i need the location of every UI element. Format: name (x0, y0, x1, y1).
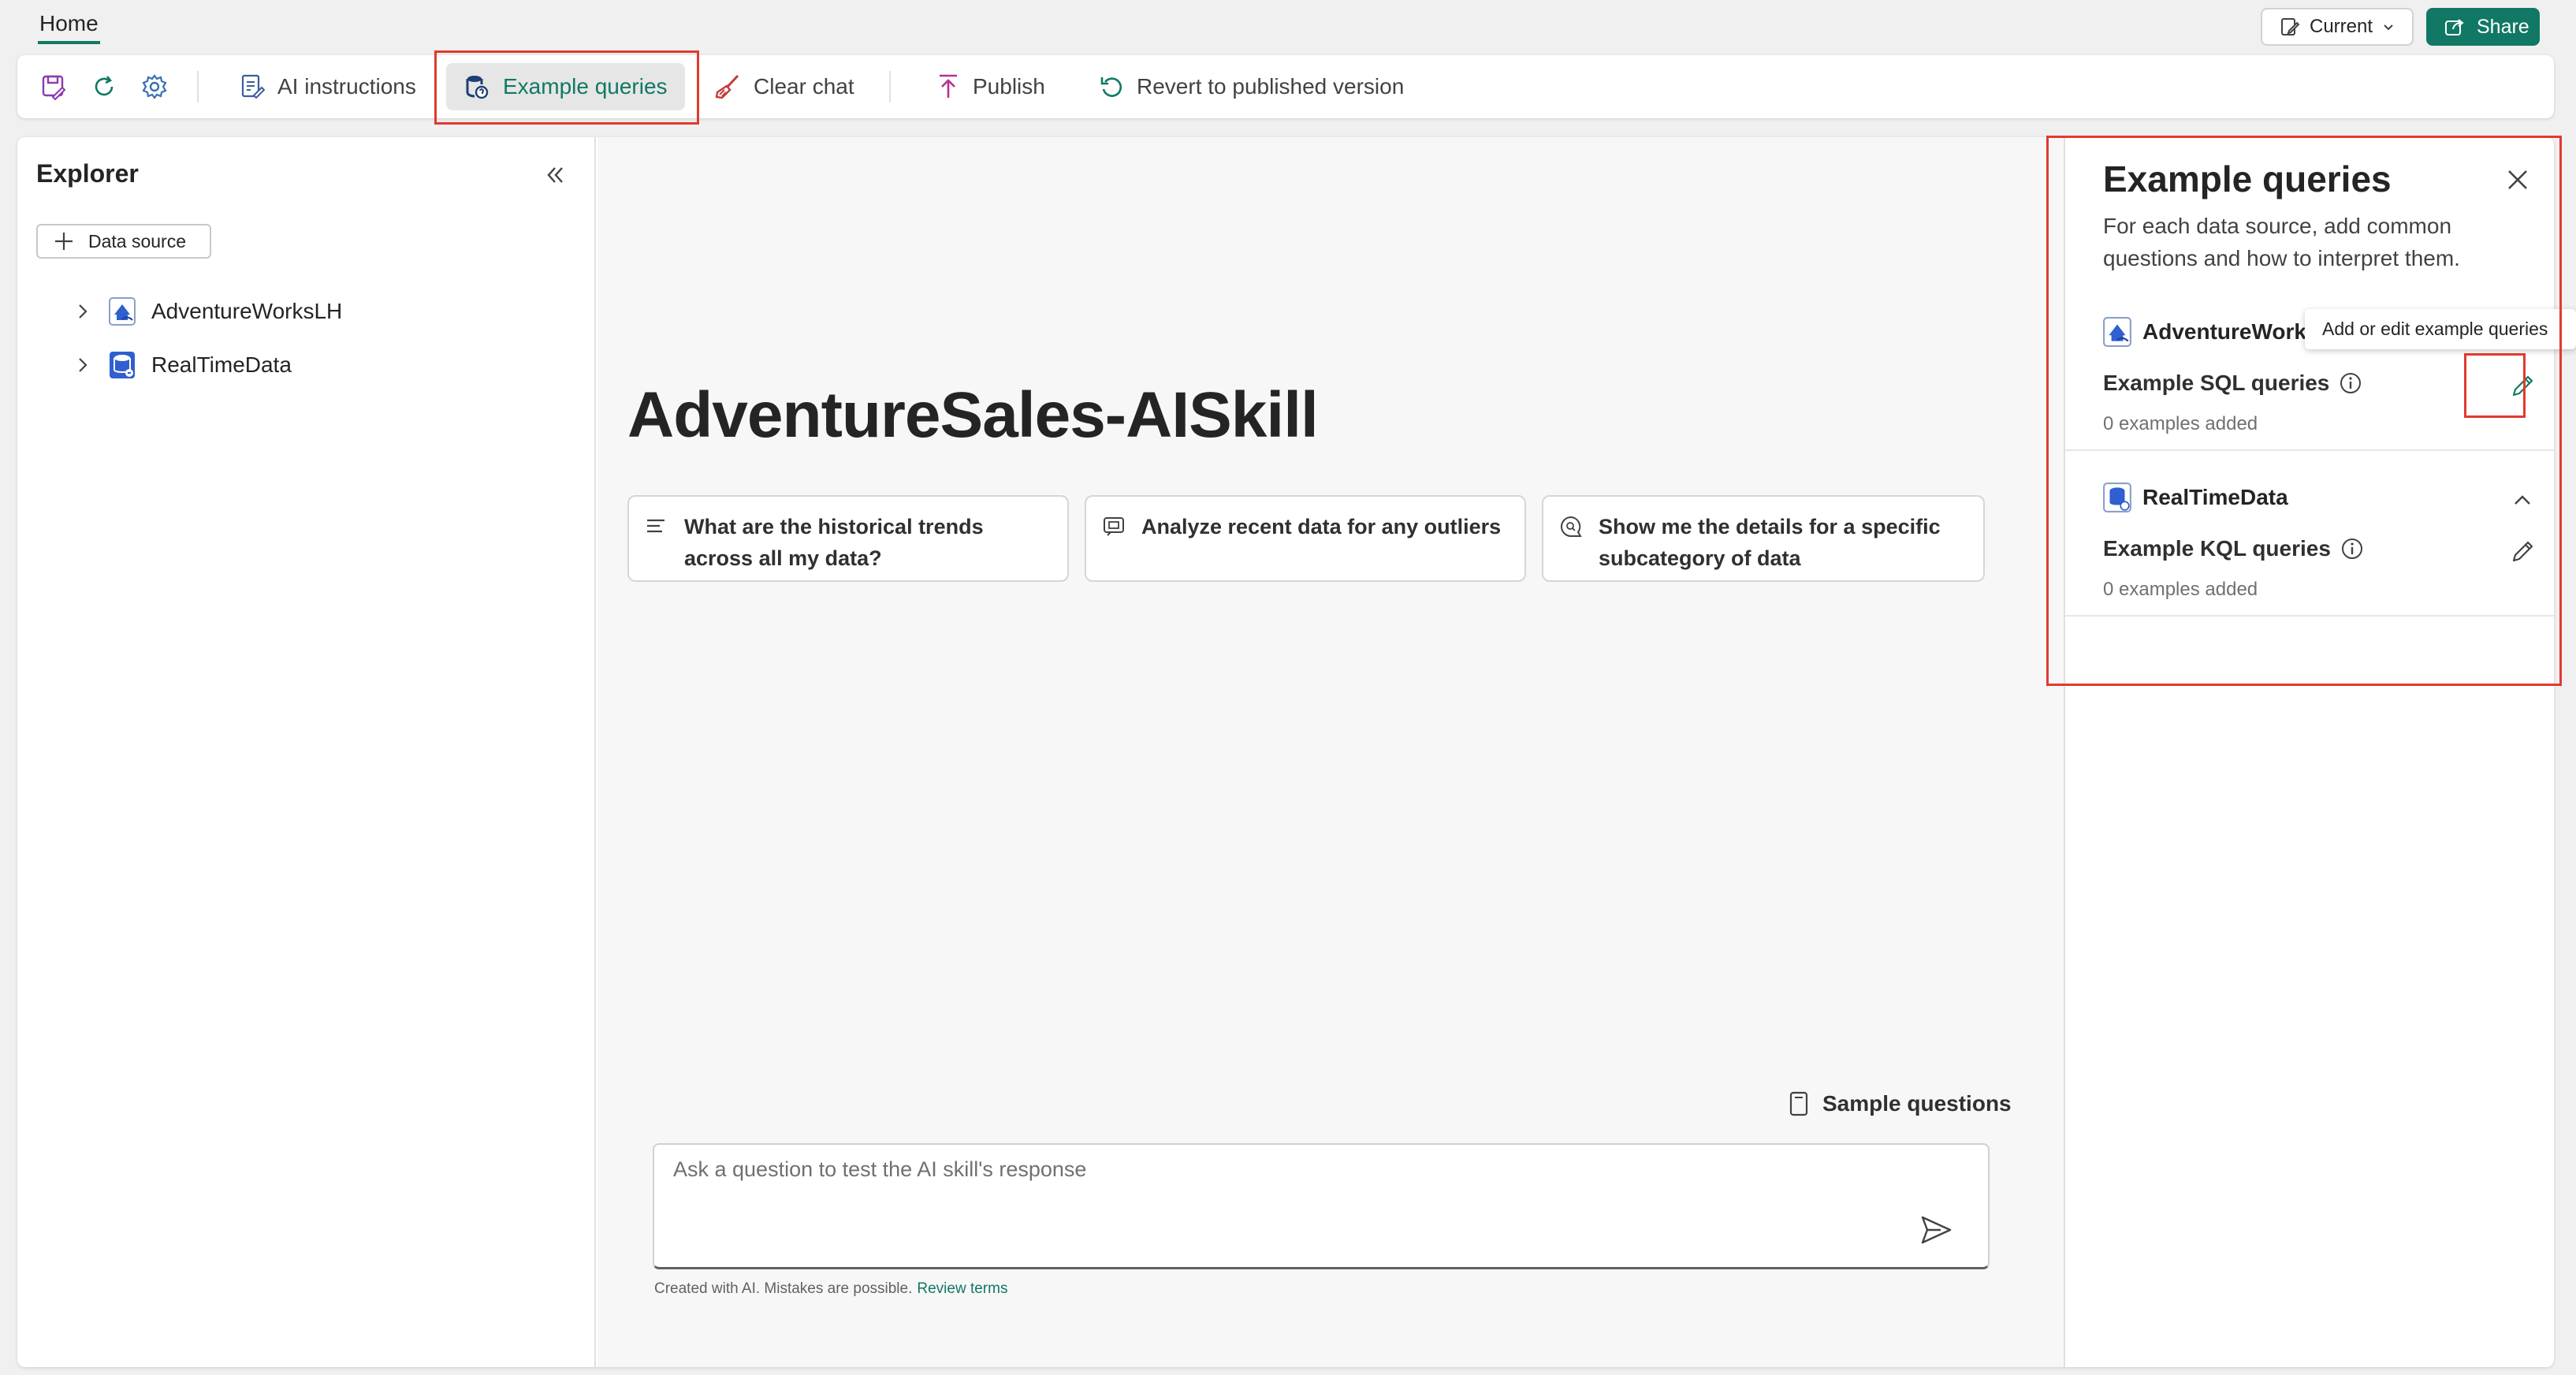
chat-input[interactable]: Ask a question to test the AI skill's re… (653, 1143, 1990, 1269)
publish-button[interactable]: Publish (919, 63, 1063, 110)
kql-database-icon (109, 351, 136, 379)
chat-analyze-icon (1102, 511, 1127, 542)
chevron-right-icon[interactable] (73, 301, 93, 322)
section-divider (2065, 449, 2554, 451)
info-icon[interactable] (2339, 371, 2362, 395)
main-workspace: Explorer Data source AdventureWorksLH Re… (17, 137, 2554, 1367)
publish-label: Publish (973, 74, 1045, 99)
publish-upload-icon (936, 73, 960, 100)
suggestion-card[interactable]: Analyze recent data for any outliers (1085, 495, 1526, 582)
ribbon-toolbar: AI instructions Example queries Clear ch… (17, 55, 2554, 118)
query-type-label: Example SQL queries (2103, 371, 2362, 396)
suggestion-card[interactable]: What are the historical trends across al… (627, 495, 1069, 582)
suggestion-card[interactable]: Show me the details for a specific subca… (1542, 495, 1985, 582)
chevron-down-icon (2382, 20, 2395, 33)
lakehouse-icon (2103, 317, 2131, 347)
info-icon[interactable] (2340, 537, 2364, 561)
revert-button[interactable]: Revert to published version (1081, 63, 1421, 110)
chevron-right-icon[interactable] (73, 355, 93, 375)
example-queries-button[interactable]: Example queries (446, 63, 685, 110)
edit-pencil-icon[interactable] (2507, 371, 2538, 402)
top-bar: Home Current Share (0, 0, 2576, 49)
section-divider (2065, 615, 2554, 617)
clear-chat-label: Clear chat (754, 74, 854, 99)
edit-pencil-icon[interactable] (2507, 536, 2538, 568)
panel-description: For each data source, add common questio… (2103, 214, 2460, 270)
version-dropdown[interactable]: Current (2261, 8, 2414, 46)
query-type-label: Example KQL queries (2103, 536, 2364, 561)
panel-title: Example queries (2103, 158, 2392, 199)
disclaimer-text: Created with AI. Mistakes are possible. (654, 1280, 913, 1297)
share-button[interactable]: Share (2426, 8, 2540, 46)
explorer-pane: Explorer Data source AdventureWorksLH Re… (17, 137, 596, 1367)
suggestion-text: Show me the details for a specific subca… (1599, 515, 1941, 570)
share-icon (2444, 16, 2466, 38)
tree-item-realtimedata[interactable]: RealTimeData (73, 345, 292, 385)
document-edit-icon (240, 73, 265, 100)
edit-document-icon (2280, 17, 2300, 37)
source-header: RealTimeData (2103, 483, 2288, 512)
toolbar-divider (197, 71, 199, 102)
examples-count: 0 examples added (2103, 579, 2258, 600)
broom-icon (714, 73, 741, 100)
skill-title: AdventureSales-AISkill (627, 379, 1319, 451)
plus-icon (54, 231, 74, 252)
send-icon[interactable] (1919, 1213, 1953, 1247)
explorer-title: Explorer (36, 159, 139, 188)
share-label: Share (2477, 15, 2529, 38)
example-queries-icon (463, 73, 490, 100)
add-data-source-button[interactable]: Data source (36, 224, 211, 259)
examples-count: 0 examples added (2103, 413, 2258, 434)
add-data-source-label: Data source (88, 230, 187, 252)
kql-database-icon (2103, 483, 2131, 512)
suggestion-text: What are the historical trends across al… (684, 515, 984, 570)
source-header: AdventureWorksL (2103, 317, 2332, 347)
close-icon[interactable] (2503, 166, 2532, 194)
chat-input-placeholder: Ask a question to test the AI skill's re… (673, 1157, 1087, 1181)
tree-item-adventureworkslh[interactable]: AdventureWorksLH (73, 292, 342, 331)
source-name: AdventureWorksL (2142, 319, 2332, 344)
tooltip: Add or edit example queries (2305, 309, 2576, 349)
chevron-up-icon[interactable] (2507, 484, 2538, 516)
query-type-text: Example SQL queries (2103, 371, 2330, 395)
revert-label: Revert to published version (1137, 74, 1405, 99)
collapse-double-chevron-icon[interactable] (541, 161, 569, 189)
source-name: RealTimeData (2142, 485, 2288, 509)
sample-questions-label: Sample questions (1822, 1091, 2012, 1116)
clear-chat-button[interactable]: Clear chat (697, 63, 872, 110)
revert-undo-icon (1099, 74, 1124, 99)
notebook-icon (1788, 1091, 1810, 1116)
chat-area: AdventureSales-AISkill What are the hist… (597, 137, 2064, 1367)
sample-questions-button[interactable]: Sample questions (1788, 1091, 2012, 1116)
suggestion-text: Analyze recent data for any outliers (1141, 515, 1502, 538)
version-label: Current (2310, 16, 2373, 37)
chat-search-icon (1559, 511, 1584, 542)
lines-icon (645, 511, 670, 542)
ai-instructions-label: AI instructions (277, 74, 416, 99)
settings-gear-icon[interactable] (139, 71, 170, 102)
tree-item-label: AdventureWorksLH (151, 299, 343, 323)
tab-home[interactable]: Home (38, 8, 100, 44)
refresh-icon[interactable] (88, 71, 120, 102)
save-icon[interactable] (38, 71, 69, 102)
lakehouse-icon (109, 297, 136, 326)
query-type-text: Example KQL queries (2103, 536, 2331, 561)
example-queries-label: Example queries (503, 74, 668, 99)
ai-instructions-button[interactable]: AI instructions (222, 63, 434, 110)
review-terms-link[interactable]: Review terms (917, 1280, 1007, 1297)
toolbar-divider (889, 71, 891, 102)
tree-item-label: RealTimeData (151, 352, 292, 377)
ai-disclaimer: Created with AI. Mistakes are possible. R… (654, 1280, 1007, 1298)
